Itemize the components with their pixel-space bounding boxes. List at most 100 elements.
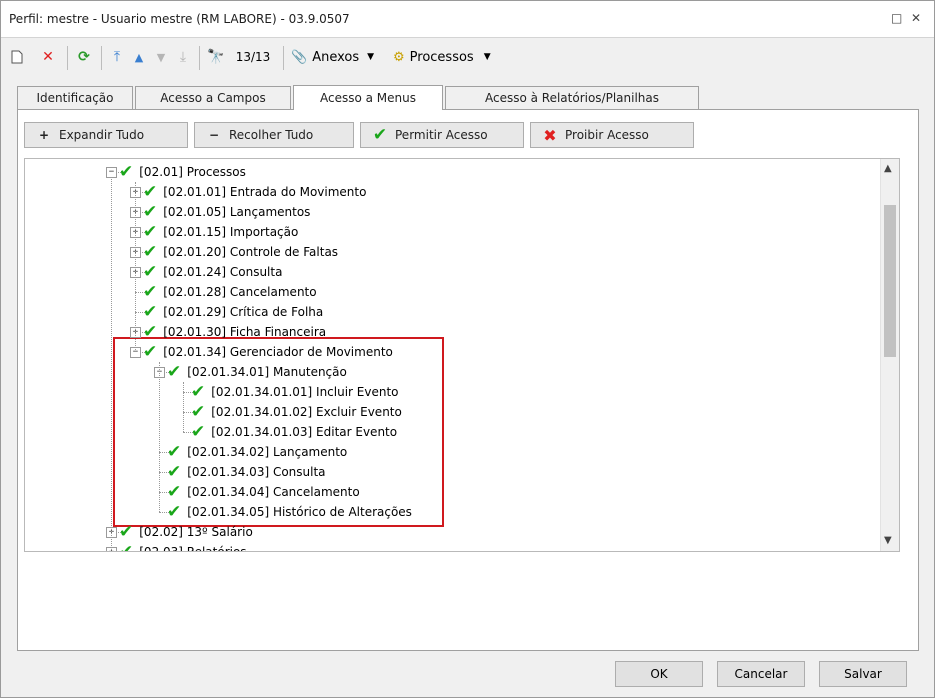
checkmark-icon[interactable]: ✔: [191, 384, 205, 401]
checkmark-icon[interactable]: ✔: [167, 444, 181, 461]
tree-node[interactable]: ✔ [02.02] 13º Salário: [119, 522, 253, 542]
x-mark-icon: ✖: [543, 125, 557, 145]
tree-node-label: [02.01.29] Crítica de Folha: [163, 305, 324, 319]
first-record-icon: ⤒: [113, 49, 121, 65]
tab-acesso-menus[interactable]: Acesso a Menus: [293, 85, 443, 110]
profile-window: Perfil: mestre - Usuario mestre (RM LABO…: [0, 0, 935, 698]
delete-record-button[interactable]: ✕: [39, 46, 57, 68]
tree-node[interactable]: ✔ [02.01.34.04] Cancelamento: [167, 482, 360, 502]
tree-node[interactable]: ✔ [02.01.20] Controle de Faltas: [143, 242, 338, 262]
tree-node[interactable]: ✔ [02.01.30] Ficha Financeira: [143, 322, 326, 342]
window-title: Perfil: mestre - Usuario mestre (RM LABO…: [9, 12, 350, 26]
restore-button[interactable]: □: [891, 11, 902, 25]
tree-node-label: [02.01] Processos: [139, 165, 246, 179]
tree-node[interactable]: ✔ [02.01.34.02] Lançamento: [167, 442, 347, 462]
checkmark-icon[interactable]: ✔: [167, 484, 181, 501]
tree-node[interactable]: ✔ [02.03] Relatórios: [119, 542, 247, 552]
checkmark-icon[interactable]: ✔: [143, 244, 157, 261]
tree-scrollbar[interactable]: ▲ ▼: [880, 159, 899, 551]
scroll-down-icon[interactable]: ▼: [884, 535, 892, 546]
tree-node[interactable]: ✔ [02.01.34.01.03] Editar Evento: [191, 422, 397, 442]
tree-node[interactable]: ✔ [02.01] Processos: [119, 162, 246, 182]
scroll-up-icon[interactable]: ▲: [884, 163, 892, 174]
checkmark-icon[interactable]: ✔: [119, 524, 133, 541]
allow-access-button[interactable]: ✔ Permitir Acesso: [360, 122, 524, 148]
tree-node[interactable]: ✔ [02.01.15] Importação: [143, 222, 298, 242]
next-record-button[interactable]: ▼: [153, 46, 169, 68]
tree-node[interactable]: ✔ [02.01.34.01] Manutenção: [167, 362, 347, 382]
checkmark-icon[interactable]: ✔: [191, 424, 205, 441]
deny-access-button[interactable]: ✖ Proibir Acesso: [530, 122, 694, 148]
collapse-all-button[interactable]: − Recolher Tudo: [194, 122, 354, 148]
tree-node[interactable]: ✔ [02.01.34.01.02] Excluir Evento: [191, 402, 402, 422]
checkmark-icon[interactable]: ✔: [143, 264, 157, 281]
first-record-button[interactable]: ⤒: [109, 46, 125, 68]
tree-node-label: [02.01.34.04] Cancelamento: [187, 485, 360, 499]
cancel-button[interactable]: Cancelar: [717, 661, 805, 687]
tree-node-label: [02.01.30] Ficha Financeira: [163, 325, 327, 339]
search-button[interactable]: 🔭: [206, 46, 226, 68]
processos-menu[interactable]: ⚙ Processos ▼: [393, 46, 503, 68]
tree-node[interactable]: ✔ [02.01.34] Gerenciador de Movimento: [143, 342, 393, 362]
tree-node-label: [02.01.34] Gerenciador de Movimento: [163, 345, 393, 359]
checkmark-icon[interactable]: ✔: [143, 344, 157, 361]
tree-node-label: [02.01.05] Lançamentos: [163, 205, 311, 219]
previous-record-icon: ▲: [134, 50, 144, 64]
checkmark-icon[interactable]: ✔: [191, 404, 205, 421]
expand-all-button[interactable]: + Expandir Tudo: [24, 122, 188, 148]
tree-node-label: [02.01.34.01.03] Editar Evento: [211, 425, 398, 439]
tree-node[interactable]: ✔ [02.01.29] Crítica de Folha: [143, 302, 323, 322]
tree-node[interactable]: ✔ [02.01.34.01.01] Incluir Evento: [191, 382, 399, 402]
last-record-button[interactable]: ⤓: [175, 46, 191, 68]
tree-node-label: [02.01.24] Consulta: [163, 265, 283, 279]
plus-icon: +: [38, 128, 50, 142]
scroll-thumb[interactable]: [884, 205, 896, 357]
last-record-icon: ⤓: [179, 49, 187, 65]
refresh-button[interactable]: ⟳: [75, 46, 93, 68]
tree-node-label: [02.01.34.02] Lançamento: [187, 445, 348, 459]
tree-node-label: [02.01.34.01.01] Incluir Evento: [211, 385, 399, 399]
tree-node-label: [02.01.34.03] Consulta: [187, 465, 326, 479]
tree-node[interactable]: ✔ [02.01.01] Entrada do Movimento: [143, 182, 366, 202]
tree-node-label: [02.01.20] Controle de Faltas: [163, 245, 339, 259]
tree-node-label: [02.01.01] Entrada do Movimento: [163, 185, 367, 199]
tree-node-label: [02.03] Relatórios: [139, 545, 247, 552]
checkmark-icon[interactable]: ✔: [167, 364, 181, 381]
new-document-icon: [11, 50, 23, 64]
tree-node-label: [02.01.34.01] Manutenção: [187, 365, 347, 379]
checkmark-icon[interactable]: ✔: [119, 164, 133, 181]
checkmark-icon[interactable]: ✔: [167, 504, 181, 521]
paperclip-icon: 📎: [291, 49, 308, 65]
next-record-icon: ▼: [156, 50, 166, 64]
checkmark-icon[interactable]: ✔: [119, 544, 133, 552]
checkmark-icon[interactable]: ✔: [143, 304, 157, 321]
tree-node[interactable]: ✔ [02.01.34.03] Consulta: [167, 462, 326, 482]
checkmark-icon[interactable]: ✔: [143, 204, 157, 221]
tab-identificacao[interactable]: Identificação: [17, 86, 133, 109]
save-button[interactable]: Salvar: [819, 661, 907, 687]
checkmark-icon[interactable]: ✔: [143, 284, 157, 301]
dropdown-arrow-icon: ▼: [367, 52, 375, 62]
tab-acesso-campos[interactable]: Acesso a Campos: [135, 86, 291, 109]
minus-icon: −: [208, 128, 220, 142]
checkmark-icon[interactable]: ✔: [143, 324, 157, 341]
refresh-icon: ⟳: [78, 49, 90, 65]
toolbar: ✕ ⟳ ⤒ ▲ ▼ ⤓ 🔭 13/13 📎 Anexos ▼ ⚙ Process…: [1, 38, 934, 78]
tab-acesso-relatorios[interactable]: Acesso à Relatórios/Planilhas: [445, 86, 699, 109]
checkmark-icon[interactable]: ✔: [143, 224, 157, 241]
ok-button[interactable]: OK: [615, 661, 703, 687]
checkmark-icon[interactable]: ✔: [143, 184, 157, 201]
tree-node[interactable]: ✔ [02.01.24] Consulta: [143, 262, 282, 282]
close-button[interactable]: ✕: [911, 11, 921, 25]
checkmark-icon[interactable]: ✔: [167, 464, 181, 481]
tree-node[interactable]: ✔ [02.01.34.05] Histórico de Alterações: [167, 502, 412, 522]
previous-record-button[interactable]: ▲: [131, 46, 147, 68]
tree-node-label: [02.02] 13º Salário: [139, 525, 253, 539]
processes-icon: ⚙: [393, 49, 405, 65]
menu-tree: ▲ ▼ ✔ [02.01] Processos − ✔ [02.01.01] Entra…: [24, 158, 900, 552]
tree-node[interactable]: ✔ [02.01.28] Cancelamento: [143, 282, 317, 302]
new-record-button[interactable]: [9, 46, 25, 68]
anexos-menu[interactable]: 📎 Anexos ▼: [291, 46, 377, 68]
record-counter: 13/13: [235, 50, 271, 64]
tree-node[interactable]: ✔ [02.01.05] Lançamentos: [143, 202, 310, 222]
